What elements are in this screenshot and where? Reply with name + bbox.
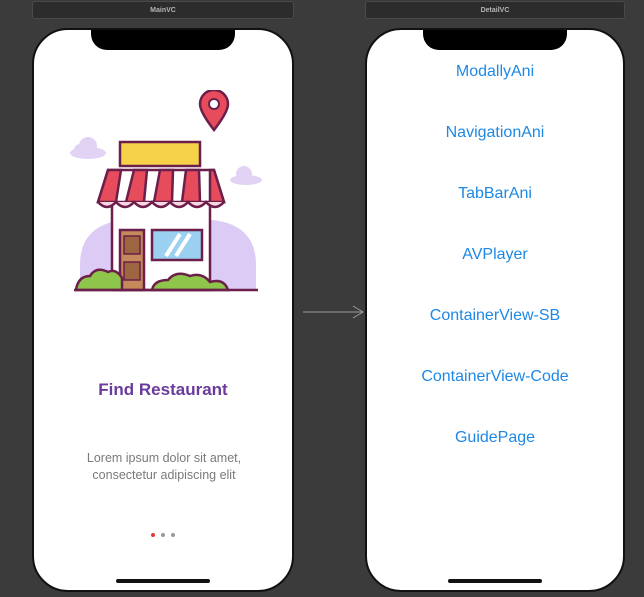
onboarding-title: Find Restaurant [98, 380, 228, 399]
containerview-sb-button[interactable]: ContainerView-SB [367, 307, 623, 325]
window-icon [150, 228, 204, 262]
detailvc-scene-bar[interactable]: DetailVC [365, 1, 625, 19]
home-indicator [116, 579, 210, 583]
tabbar-ani-button[interactable]: TabBarAni [367, 185, 623, 203]
phone-notch [423, 30, 567, 50]
page-control[interactable] [34, 533, 292, 537]
mainvc-phone-frame: Find Restaurant Lorem ipsum dolor sit am… [32, 28, 294, 592]
modally-ani-button[interactable]: ModallyAni [367, 63, 623, 81]
page-dot[interactable] [161, 533, 165, 537]
guidepage-button[interactable]: GuidePage [367, 429, 623, 447]
page-dot-active[interactable] [151, 533, 155, 537]
phone-notch [91, 30, 235, 50]
onboarding-description: Lorem ipsum dolor sit amet, consectetur … [86, 451, 242, 482]
page-dot[interactable] [171, 533, 175, 537]
segue-arrow-icon[interactable] [303, 305, 365, 319]
cloud-icon [70, 137, 106, 159]
navigation-ani-button[interactable]: NavigationAni [367, 124, 623, 142]
detailvc-phone-frame: ModallyAni NavigationAni TabBarAni AVPla… [365, 28, 625, 592]
avplayer-button[interactable]: AVPlayer [367, 246, 623, 264]
home-indicator [448, 579, 542, 583]
storyboard-canvas: MainVC DetailVC Find Restaurant Lorem ip… [0, 0, 644, 597]
mainvc-scene-bar[interactable]: MainVC [32, 1, 294, 19]
cloud-icon [230, 166, 262, 185]
restaurant-storefront-illustration [70, 90, 262, 292]
containerview-code-button[interactable]: ContainerView-Code [367, 368, 623, 386]
door-icon [118, 228, 146, 292]
location-pin-icon [198, 90, 230, 133]
